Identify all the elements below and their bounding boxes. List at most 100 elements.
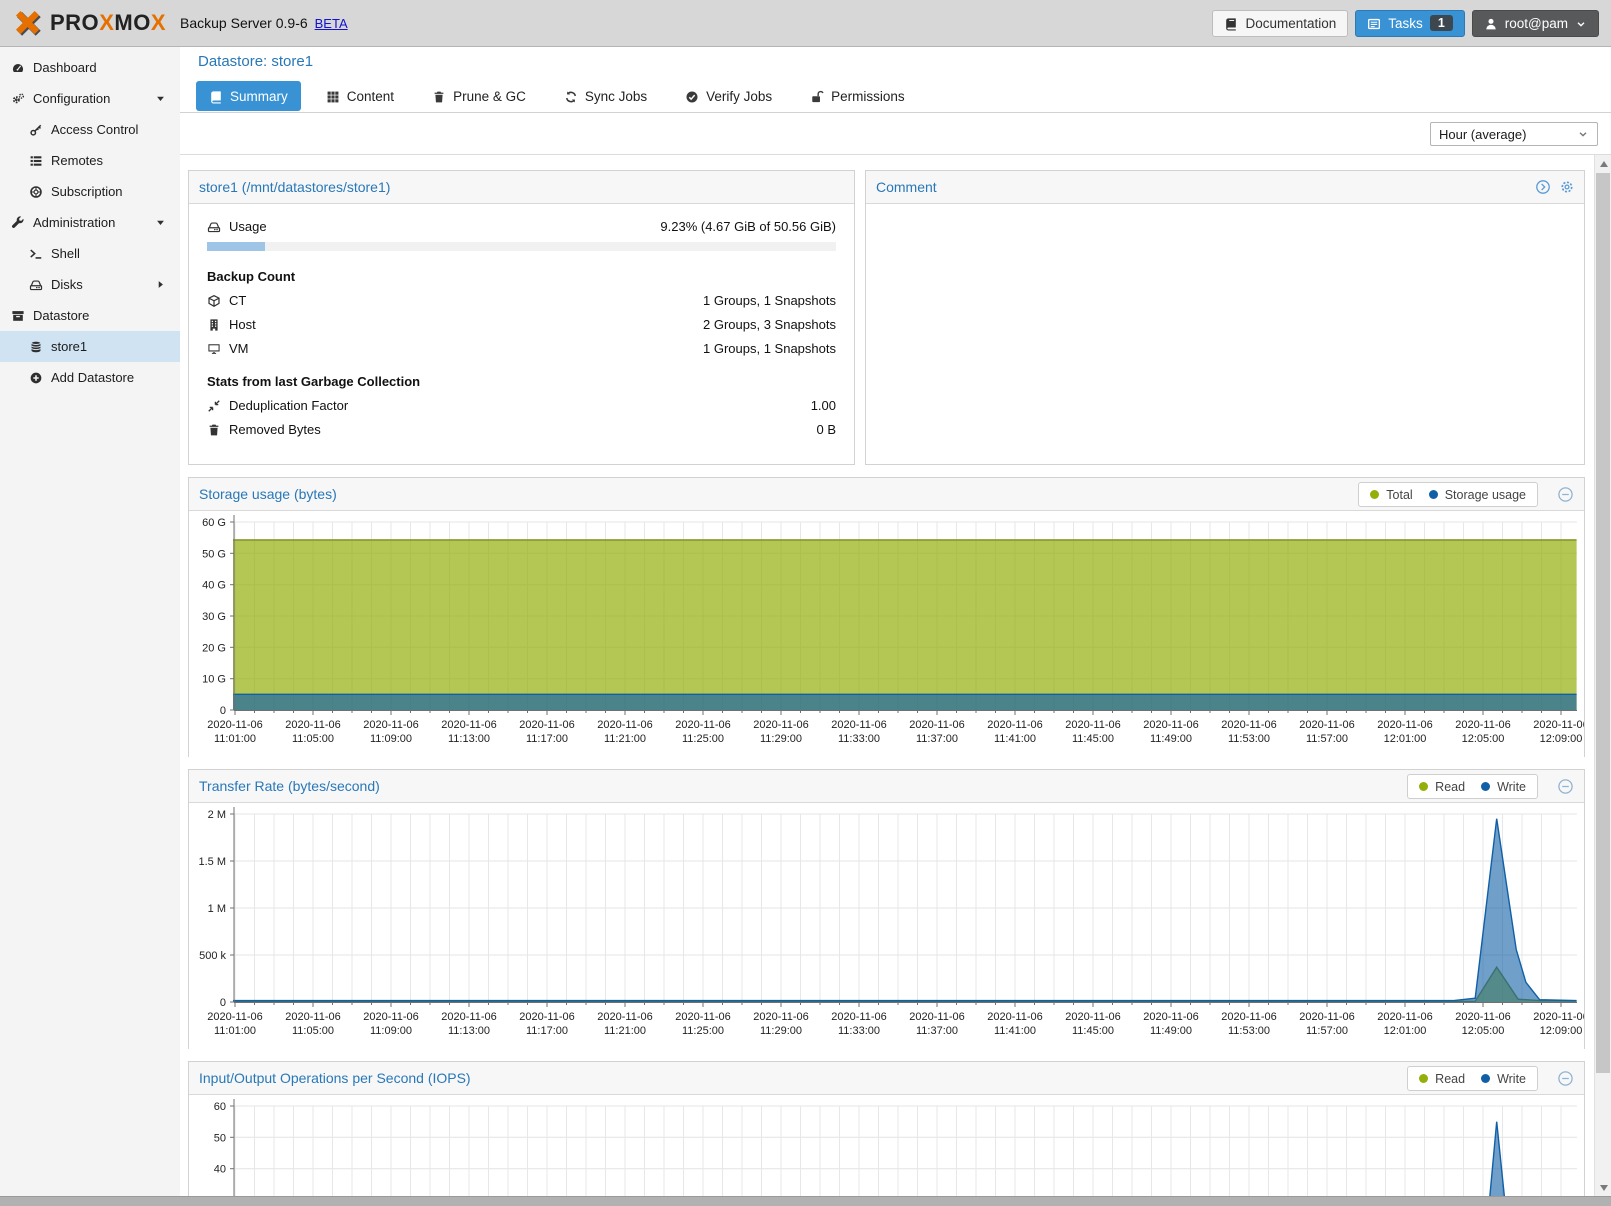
svg-text:2020-11-06: 2020-11-06 [1143, 719, 1198, 731]
lifering-icon [29, 185, 43, 199]
tab-label: Summary [230, 89, 288, 104]
caret-down-icon [154, 216, 167, 229]
bottom-edge-bar [0, 1196, 1611, 1206]
svg-text:11:37:00: 11:37:00 [916, 1025, 958, 1037]
iops-chart-panel: Input/Output Operations per Second (IOPS… [188, 1061, 1585, 1206]
datastore-summary-panel: store1 (/mnt/datastores/store1) Usage 9.… [188, 170, 855, 465]
sidebar-item-dashboard[interactable]: Dashboard [0, 52, 180, 83]
collapse-panel-icon[interactable] [1557, 1070, 1574, 1087]
svg-text:11:13:00: 11:13:00 [448, 733, 490, 745]
svg-text:2020-11-06: 2020-11-06 [831, 719, 886, 731]
legend-dot-icon [1370, 490, 1379, 499]
svg-text:11:33:00: 11:33:00 [838, 1025, 880, 1037]
svg-text:2020-11-06: 2020-11-06 [1377, 1011, 1432, 1023]
svg-text:11:29:00: 11:29:00 [760, 733, 802, 745]
chart-legend: Read Write [1407, 774, 1538, 799]
sidebar-item-label: Datastore [33, 308, 89, 323]
svg-text:11:17:00: 11:17:00 [526, 733, 568, 745]
user-menu-button[interactable]: root@pam [1472, 10, 1599, 37]
product-name: Backup Server 0.9-6 [180, 15, 308, 31]
archive-icon [11, 309, 25, 323]
timeframe-value: Hour (average) [1439, 127, 1526, 142]
timeframe-select[interactable]: Hour (average) [1430, 122, 1598, 146]
sidebar-item-label: Disks [51, 277, 83, 292]
svg-text:1.5 M: 1.5 M [198, 856, 226, 868]
hdd-icon [29, 278, 43, 292]
tasks-button[interactable]: Tasks 1 [1355, 10, 1464, 37]
svg-text:11:41:00: 11:41:00 [994, 1025, 1036, 1037]
svg-text:11:01:00: 11:01:00 [214, 1025, 256, 1037]
sidebar-item-datastore[interactable]: Datastore [0, 300, 180, 331]
comment-body[interactable] [866, 204, 1584, 464]
usage-progress-bar [207, 242, 836, 251]
sidebar-item-label: Administration [33, 215, 115, 230]
vertical-scrollbar[interactable] [1594, 155, 1611, 1196]
svg-text:2020-11-06: 2020-11-06 [909, 1011, 964, 1023]
gauge-icon [11, 61, 25, 75]
svg-text:2020-11-06: 2020-11-06 [1221, 719, 1276, 731]
tab-summary[interactable]: Summary [196, 81, 301, 111]
cube-icon [207, 294, 221, 308]
row-label: VM [229, 341, 249, 356]
scroll-up-arrow[interactable] [1595, 155, 1611, 172]
legend-item-write[interactable]: Write [1481, 780, 1526, 794]
sidebar-item-label: Access Control [51, 122, 138, 137]
svg-text:2020-11-06: 2020-11-06 [909, 719, 964, 731]
usage-row: Usage 9.23% (4.67 GiB of 50.56 GiB) [207, 219, 836, 234]
svg-text:2020-11-06: 2020-11-06 [1065, 719, 1120, 731]
panel-title: Transfer Rate (bytes/second) [199, 778, 380, 794]
tab-sync-jobs[interactable]: Sync Jobs [551, 81, 660, 111]
collapse-panel-icon[interactable] [1557, 486, 1574, 503]
sidebar-item-disks[interactable]: Disks [0, 269, 180, 300]
beta-link[interactable]: BETA [315, 16, 348, 31]
tab-bar: Summary Content Prune & GC Sync Jobs Verify … [180, 81, 1611, 113]
svg-text:2020-11-06: 2020-11-06 [1455, 1011, 1510, 1023]
svg-text:500 k: 500 k [199, 950, 226, 962]
tasks-label: Tasks [1388, 16, 1423, 31]
legend-label: Storage usage [1445, 488, 1526, 502]
documentation-button[interactable]: Documentation [1212, 10, 1348, 37]
tab-label: Sync Jobs [585, 89, 647, 104]
tab-prune-gc[interactable]: Prune & GC [419, 81, 539, 111]
page-title: Datastore: store1 [198, 53, 313, 70]
legend-dot-icon [1481, 782, 1490, 791]
scrollbar-thumb[interactable] [1596, 173, 1610, 1073]
sidebar-item-configuration[interactable]: Configuration [0, 83, 180, 114]
sidebar-item-label: Subscription [51, 184, 123, 199]
tasks-count-badge: 1 [1430, 15, 1453, 31]
legend-item-total[interactable]: Total [1370, 488, 1412, 502]
summary-row-ct: CT1 Groups, 1 Snapshots [207, 293, 836, 308]
gear-icon[interactable] [1559, 179, 1575, 195]
svg-text:2020-11-06: 2020-11-06 [441, 719, 496, 731]
database-icon [29, 340, 43, 354]
legend-item-read[interactable]: Read [1419, 780, 1465, 794]
svg-text:11:53:00: 11:53:00 [1228, 733, 1270, 745]
collapse-panel-icon[interactable] [1557, 778, 1574, 795]
sidebar-item-add-datastore[interactable]: Add Datastore [0, 362, 180, 393]
svg-text:2020-11-06: 2020-11-06 [1533, 719, 1584, 731]
legend-item-write[interactable]: Write [1481, 1072, 1526, 1086]
svg-text:30 G: 30 G [202, 611, 226, 623]
svg-text:11:45:00: 11:45:00 [1072, 1025, 1114, 1037]
backup-count-rows: CT1 Groups, 1 SnapshotsHost2 Groups, 3 S… [207, 293, 836, 356]
row-value: 2 Groups, 3 Snapshots [703, 317, 836, 332]
trash-icon [207, 423, 221, 437]
svg-text:11:57:00: 11:57:00 [1306, 1025, 1348, 1037]
legend-item-read[interactable]: Read [1419, 1072, 1465, 1086]
sidebar-item-store1[interactable]: store1 [0, 331, 180, 362]
svg-text:12:05:00: 12:05:00 [1462, 733, 1505, 745]
sidebar-item-shell[interactable]: Shell [0, 238, 180, 269]
tab-verify-jobs[interactable]: Verify Jobs [672, 81, 785, 111]
sidebar-item-remotes[interactable]: Remotes [0, 145, 180, 176]
edit-comment-icon[interactable] [1535, 179, 1551, 195]
sidebar-item-subscription[interactable]: Subscription [0, 176, 180, 207]
legend-item-storage-usage[interactable]: Storage usage [1429, 488, 1526, 502]
row-label: Removed Bytes [229, 422, 321, 437]
sidebar-item-administration[interactable]: Administration [0, 207, 180, 238]
sidebar-item-access-control[interactable]: Access Control [0, 114, 180, 145]
tab-permissions[interactable]: Permissions [797, 81, 918, 111]
scroll-down-arrow[interactable] [1595, 1179, 1611, 1196]
grid-icon [326, 90, 340, 104]
tab-content[interactable]: Content [313, 81, 407, 111]
tab-label: Verify Jobs [706, 89, 772, 104]
